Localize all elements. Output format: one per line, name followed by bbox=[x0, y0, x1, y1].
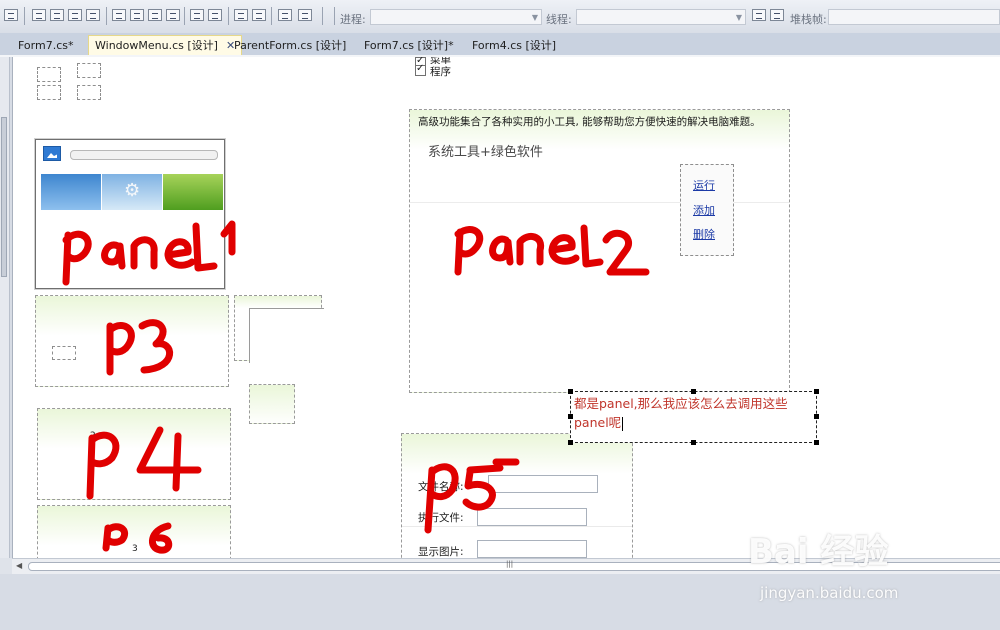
watermark-logo: Bai 经验 bbox=[748, 532, 889, 572]
scroll-left-icon[interactable]: ◀ bbox=[16, 561, 22, 570]
handwriting-panel1 bbox=[62, 220, 236, 286]
watermark-url: jingyan.baidu.com bbox=[760, 584, 899, 602]
handwriting-p6 bbox=[102, 522, 173, 554]
handwriting-p3 bbox=[106, 319, 174, 376]
baidu-watermark: Bai 经验 jingyan.baidu.com bbox=[748, 524, 948, 610]
handwriting-panel2 bbox=[454, 224, 650, 276]
handwriting-p5 bbox=[424, 458, 520, 534]
scrollbar-grip-icon: ||| bbox=[506, 560, 514, 568]
handwriting-p4 bbox=[86, 426, 202, 500]
